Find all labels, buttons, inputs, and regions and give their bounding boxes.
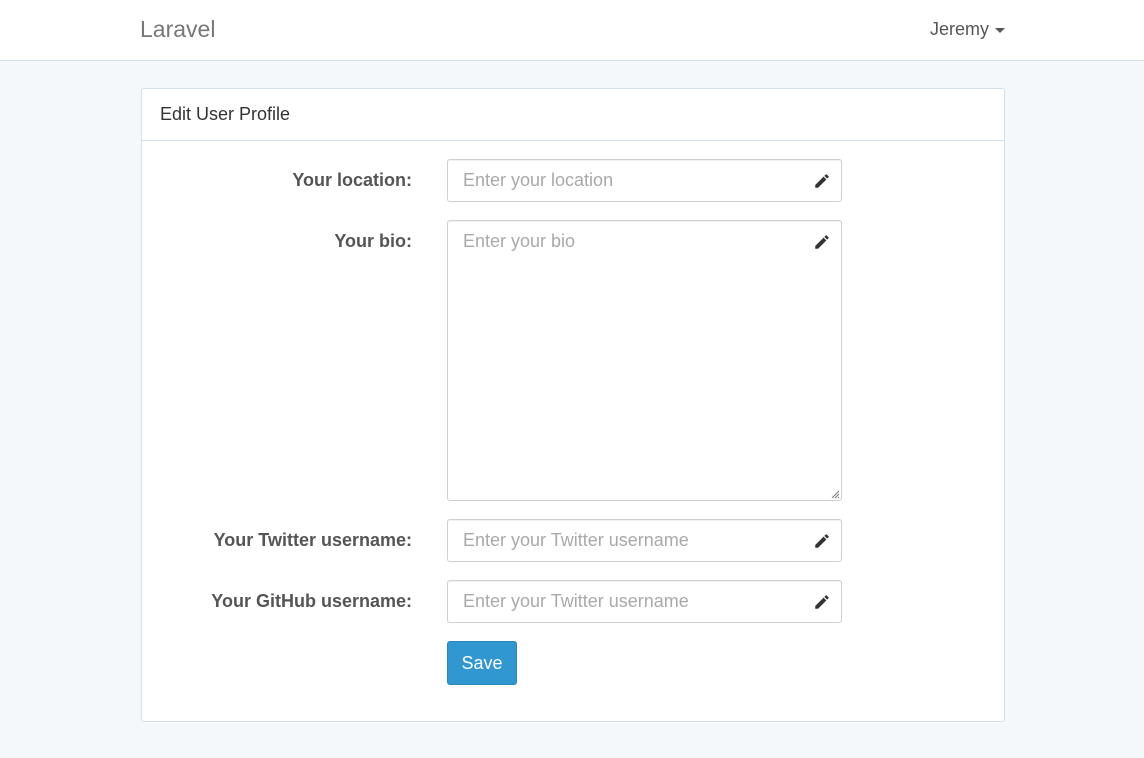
pencil-icon — [815, 534, 829, 548]
bio-label: Your bio: — [334, 231, 412, 251]
bio-field-wrapper — [447, 220, 842, 501]
twitter-field-wrapper — [447, 519, 842, 562]
save-button[interactable]: Save — [447, 641, 517, 685]
pencil-icon — [815, 235, 829, 249]
bio-textarea[interactable] — [448, 221, 841, 500]
user-name: Jeremy — [929, 19, 989, 39]
caret-down-icon — [995, 28, 1005, 33]
bio-row: Your bio: — [142, 220, 1004, 501]
github-label: Your GitHub username: — [211, 591, 412, 611]
twitter-input[interactable] — [448, 520, 841, 561]
navbar: Laravel Jeremy — [0, 0, 1144, 61]
github-row: Your GitHub username: — [142, 580, 1004, 624]
pencil-icon — [815, 174, 829, 188]
github-field-wrapper — [447, 580, 842, 623]
github-input[interactable] — [448, 581, 841, 622]
panel-title: Edit User Profile — [142, 89, 1004, 141]
twitter-row: Your Twitter username: — [142, 519, 1004, 563]
location-row: Your location: — [142, 159, 1004, 203]
user-menu-dropdown[interactable]: Jeremy — [930, 19, 1005, 40]
edit-profile-panel: Edit User Profile Your location: Your bi… — [141, 88, 1005, 722]
location-input[interactable] — [448, 160, 841, 201]
location-label: Your location: — [292, 170, 412, 190]
twitter-label: Your Twitter username: — [213, 530, 412, 550]
brand-link[interactable]: Laravel — [140, 16, 215, 43]
location-field-wrapper — [447, 159, 842, 202]
pencil-icon — [815, 595, 829, 609]
resize-handle-icon[interactable] — [830, 489, 840, 499]
